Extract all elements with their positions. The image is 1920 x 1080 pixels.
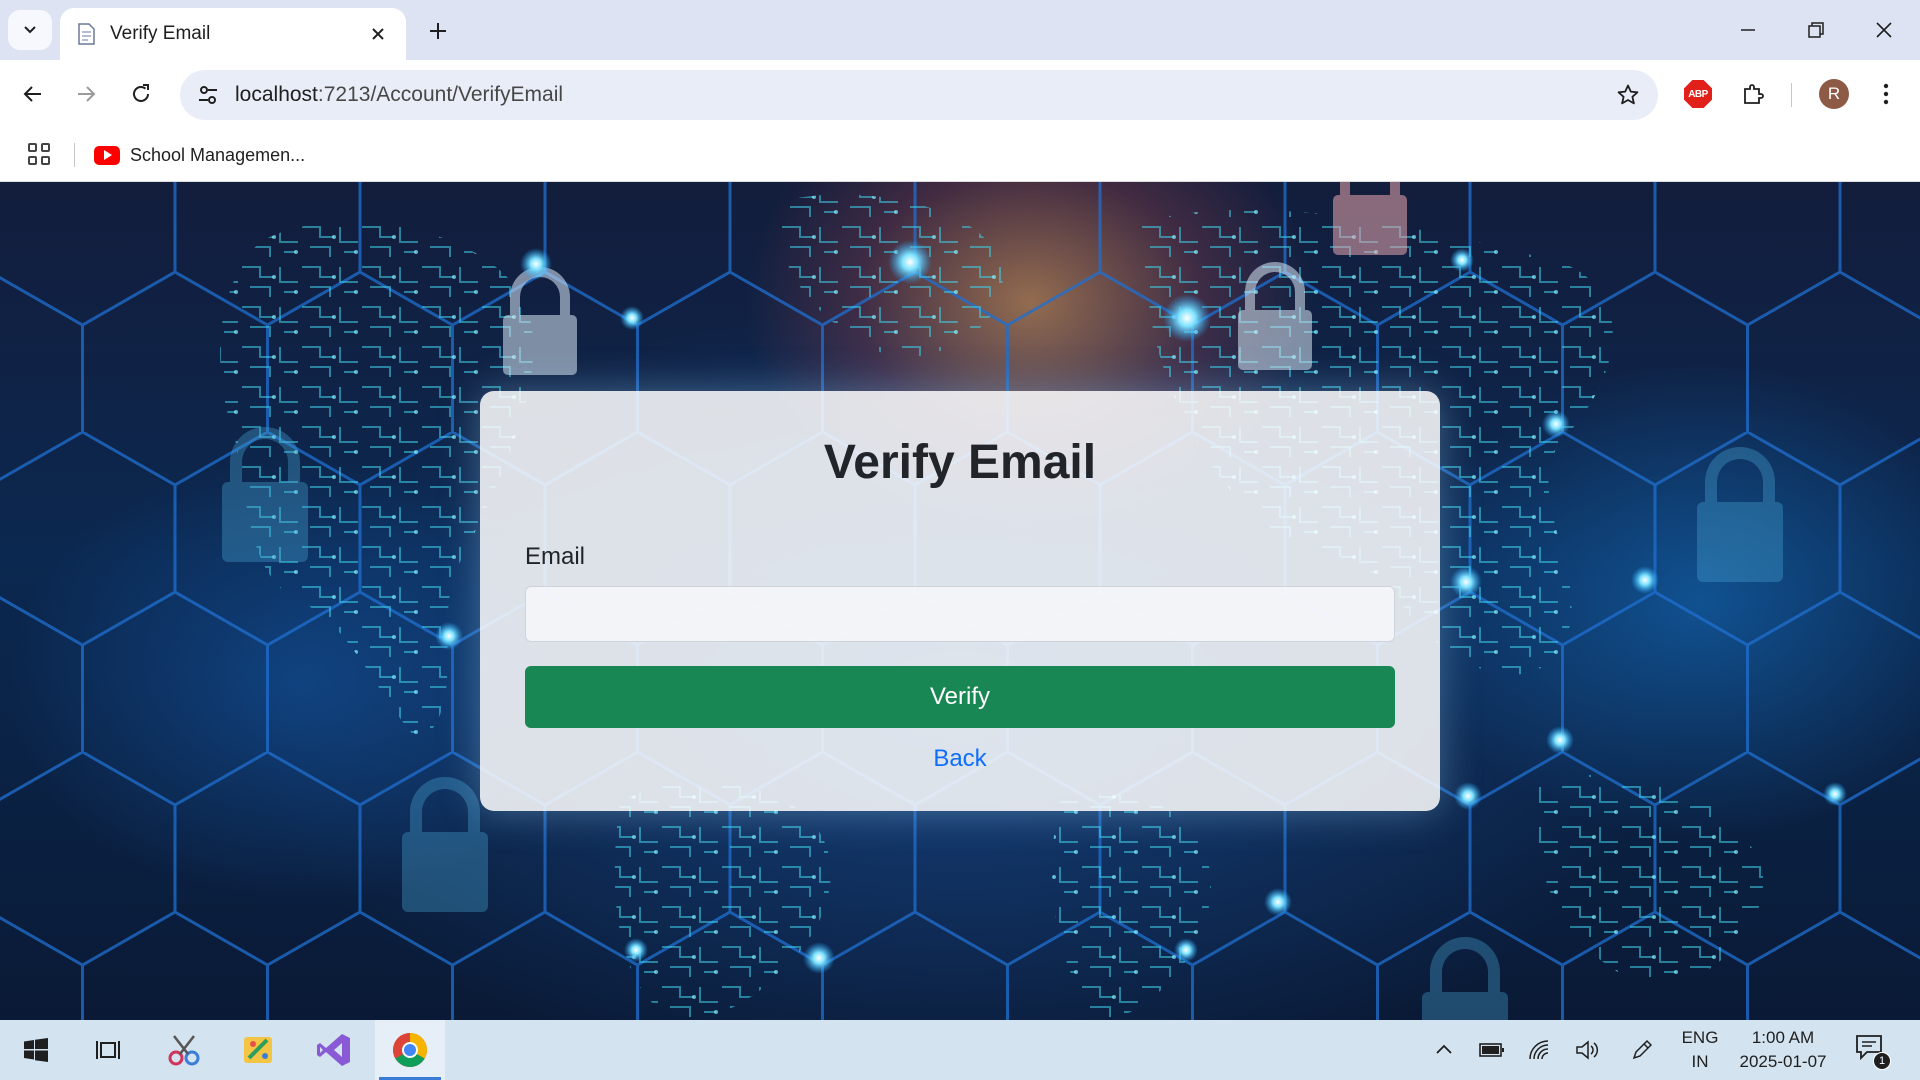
adblock-extension-button[interactable]: ABP: [1678, 74, 1718, 114]
volume-button[interactable]: [1572, 1034, 1604, 1066]
start-button[interactable]: [6, 1020, 66, 1080]
bookmark-item[interactable]: School Managemen...: [94, 139, 305, 171]
bookmark-star-button[interactable]: [1612, 79, 1644, 111]
network-button[interactable]: [1524, 1034, 1556, 1066]
toolbar-separator: [1791, 83, 1792, 107]
verify-button[interactable]: Verify: [525, 666, 1395, 728]
profile-button[interactable]: R: [1814, 74, 1854, 114]
apps-grid-icon[interactable]: [24, 139, 54, 169]
site-info-button[interactable]: [190, 77, 226, 113]
language-code: ENG: [1681, 1028, 1719, 1047]
restore-icon: [1808, 22, 1824, 38]
close-window-button[interactable]: [1850, 0, 1918, 60]
plus-icon: [430, 23, 446, 39]
snipping-tool-taskbar-button[interactable]: [154, 1020, 214, 1080]
chrome-icon: [393, 1033, 427, 1067]
task-view-icon: [96, 1041, 120, 1059]
arrow-left-icon: [23, 86, 41, 102]
windows-logo-icon: [24, 1038, 48, 1062]
taskbar-clock[interactable]: 1:00 AM 2025-01-07: [1728, 1026, 1838, 1074]
chevron-up-icon: [1436, 1044, 1452, 1054]
tab-strip: Verify Email: [0, 0, 1920, 60]
paint-app-taskbar-button[interactable]: [229, 1020, 289, 1080]
battery-button[interactable]: [1476, 1034, 1508, 1066]
page-title: Verify Email: [823, 436, 1097, 489]
action-center-button[interactable]: 1: [1855, 1034, 1891, 1070]
email-label: Email: [525, 543, 586, 570]
pen-icon: [1632, 1039, 1653, 1060]
show-hidden-icons-button[interactable]: [1428, 1034, 1460, 1066]
wifi-icon: [1529, 1040, 1549, 1060]
forward-button[interactable]: [66, 74, 106, 114]
tab-title: Verify Email: [110, 23, 211, 44]
url-path: :7213/Account/VerifyEmail: [317, 83, 564, 106]
paint-palette-icon: [244, 1037, 272, 1063]
tab-search-button[interactable]: [8, 10, 52, 50]
extensions-button[interactable]: [1733, 74, 1773, 114]
puzzle-icon: [1744, 84, 1764, 104]
new-tab-button[interactable]: [420, 13, 456, 49]
star-icon: [1617, 84, 1639, 105]
tab-close-button[interactable]: [364, 20, 392, 48]
tune-icon: [199, 86, 217, 104]
close-icon: [1876, 22, 1892, 38]
input-language-indicator[interactable]: ENG IN: [1670, 1026, 1730, 1074]
menu-button[interactable]: [1866, 74, 1906, 114]
adblock-icon: ABP: [1684, 80, 1712, 108]
verify-email-card: Verify Email Email Verify Back: [480, 391, 1440, 811]
windows-taskbar: ENG IN 1:00 AM 2025-01-07 1: [0, 1020, 1920, 1080]
clock-date: 2025-01-07: [1739, 1052, 1827, 1071]
close-icon: [372, 28, 384, 40]
page-viewport: Verify Email Email Verify Back: [0, 182, 1920, 1020]
back-link[interactable]: Back: [480, 745, 1440, 773]
chevron-down-icon: [24, 26, 36, 34]
browser-toolbar: localhost:7213/Account/VerifyEmail ABP R: [0, 60, 1920, 128]
minimize-button[interactable]: [1714, 0, 1782, 60]
clock-time: 1:00 AM: [1751, 1028, 1815, 1047]
bookmark-label: School Managemen...: [130, 144, 306, 165]
chrome-taskbar-button[interactable]: [375, 1020, 445, 1080]
snipping-tool-icon: [168, 1035, 200, 1066]
speaker-icon: [1576, 1040, 1599, 1060]
visual-studio-taskbar-button[interactable]: [304, 1020, 364, 1080]
back-button[interactable]: [13, 74, 53, 114]
address-bar[interactable]: localhost:7213/Account/VerifyEmail: [180, 70, 1658, 120]
more-vertical-icon: [1883, 83, 1889, 105]
tab-verify-email[interactable]: Verify Email: [60, 8, 406, 60]
url-host: localhost: [235, 83, 318, 106]
arrow-right-icon: [78, 86, 96, 102]
language-region: IN: [1691, 1052, 1709, 1071]
pen-menu-button[interactable]: [1626, 1034, 1658, 1066]
avatar: R: [1819, 79, 1849, 109]
reload-icon: [133, 84, 149, 102]
battery-icon: [1479, 1043, 1504, 1057]
url-text: localhost:7213/Account/VerifyEmail: [235, 83, 563, 107]
page-icon: [74, 22, 98, 46]
youtube-icon: [94, 145, 120, 165]
notification-count-badge: 1: [1873, 1052, 1891, 1070]
email-field[interactable]: [525, 586, 1395, 642]
reload-button[interactable]: [121, 74, 161, 114]
minimize-icon: [1741, 29, 1755, 31]
restore-button[interactable]: [1782, 0, 1850, 60]
visual-studio-icon: [317, 1034, 350, 1066]
bookmarks-separator: [74, 143, 75, 167]
task-view-button[interactable]: [78, 1020, 138, 1080]
bookmarks-bar: School Managemen...: [0, 128, 1920, 182]
